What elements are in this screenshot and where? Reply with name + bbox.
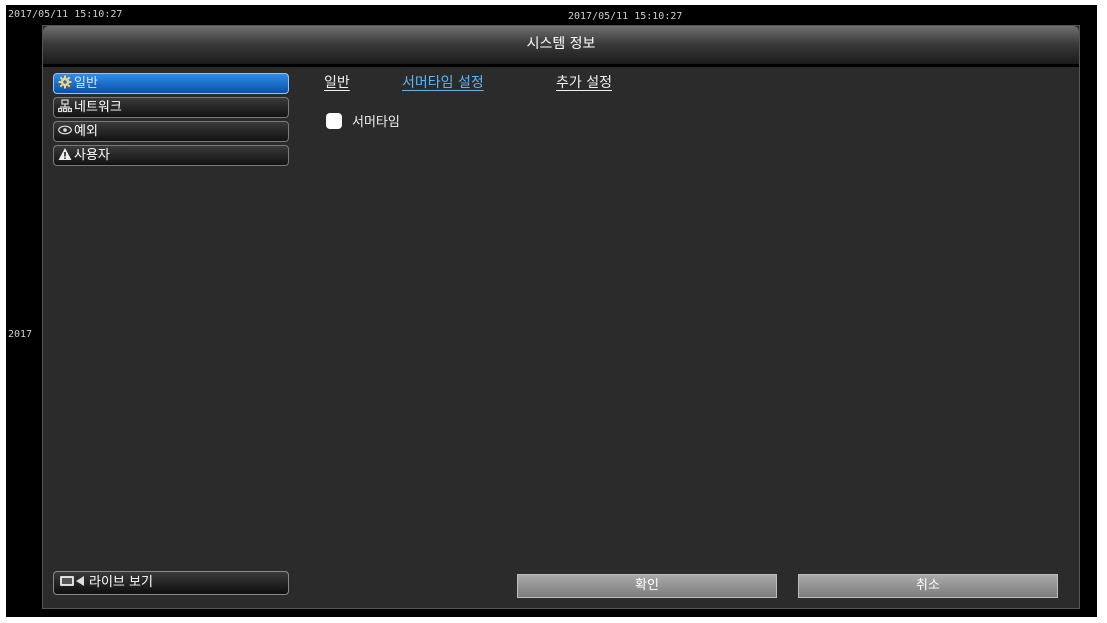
gear-icon [58,75,72,89]
network-icon [58,99,72,113]
sidebar-item-label: 예외 [74,124,98,139]
sidebar-item-general[interactable]: 일반 [53,73,289,94]
dst-checkbox[interactable] [326,113,342,129]
dst-checkbox-label: 서머타임 [352,115,400,130]
system-info-window: 시스템 정보 일반 네트워크 예외 사용자 일반 서머타임 설정 추가 설정 서… [42,25,1080,609]
timestamp-top-center: 2017/05/11 15:10:27 [568,11,683,22]
sidebar-item-label: 사용자 [74,148,110,163]
timestamp-side: 2017 [8,329,33,340]
tab-dst-settings[interactable]: 서머타임 설정 [402,72,484,92]
sidebar-item-label: 네트워크 [74,100,122,115]
warning-icon [58,147,72,161]
timestamp-top-left: 2017/05/11 15:10:27 [8,9,123,20]
live-view-label: 라이브 보기 [89,575,153,590]
cancel-button[interactable]: 취소 [798,574,1058,598]
tab-general[interactable]: 일반 [324,72,350,92]
camera-icon [60,573,86,586]
sidebar-item-exception[interactable]: 예외 [53,121,289,142]
tab-additional-settings[interactable]: 추가 설정 [556,72,612,92]
sidebar-item-user[interactable]: 사용자 [53,145,289,166]
live-view-button[interactable]: 라이브 보기 [53,571,289,595]
window-title: 시스템 정보 [43,26,1079,67]
sidebar-item-network[interactable]: 네트워크 [53,97,289,118]
eye-icon [58,123,72,137]
dvr-screen: 2017/05/11 15:10:27 2017/05/11 15:10:27 … [6,5,1097,617]
ok-button[interactable]: 확인 [517,574,777,598]
sidebar-item-label: 일반 [74,76,98,91]
